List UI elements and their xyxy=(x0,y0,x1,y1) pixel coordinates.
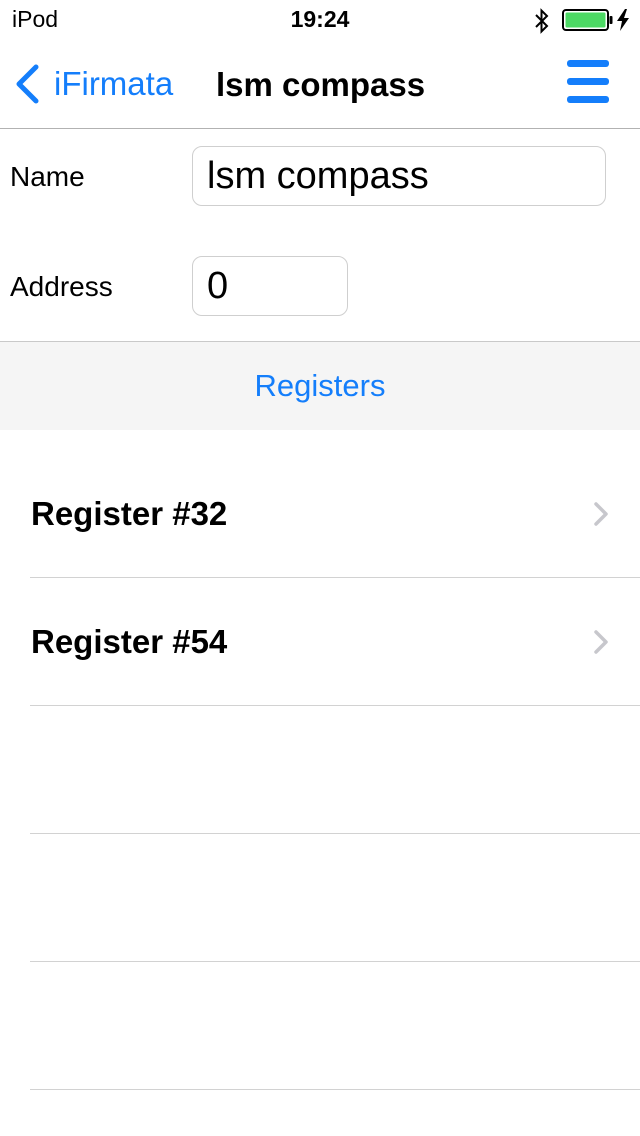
row-separator xyxy=(30,961,640,962)
row-separator xyxy=(30,1089,640,1090)
back-button-label: iFirmata xyxy=(54,65,174,102)
register-row[interactable]: Register #32 xyxy=(0,450,640,578)
registers-button[interactable]: Registers xyxy=(255,368,386,404)
charging-bolt-icon xyxy=(617,9,629,31)
register-row[interactable]: Register #54 xyxy=(0,578,640,706)
bluetooth-icon xyxy=(535,8,549,34)
name-label: Name xyxy=(10,161,85,192)
back-button[interactable]: iFirmata xyxy=(14,64,173,104)
chevron-right-icon xyxy=(594,502,608,526)
chevron-left-icon xyxy=(16,64,39,104)
navigation-bar: iFirmata lsm compass xyxy=(0,40,640,129)
page-title: lsm compass xyxy=(216,66,426,103)
hamburger-menu-icon[interactable] xyxy=(567,60,609,104)
register-row-label: Register #32 xyxy=(31,495,228,532)
row-separator xyxy=(30,833,640,834)
registers-section-header: Registers xyxy=(0,341,640,430)
address-field[interactable] xyxy=(192,256,348,316)
name-field[interactable] xyxy=(192,146,606,206)
battery-charging-icon xyxy=(562,9,613,31)
status-bar: iPod 19:24 xyxy=(0,0,640,40)
address-label: Address xyxy=(10,271,113,302)
row-separator xyxy=(30,705,640,706)
register-row-label: Register #54 xyxy=(31,623,228,660)
chevron-right-icon xyxy=(594,630,608,654)
